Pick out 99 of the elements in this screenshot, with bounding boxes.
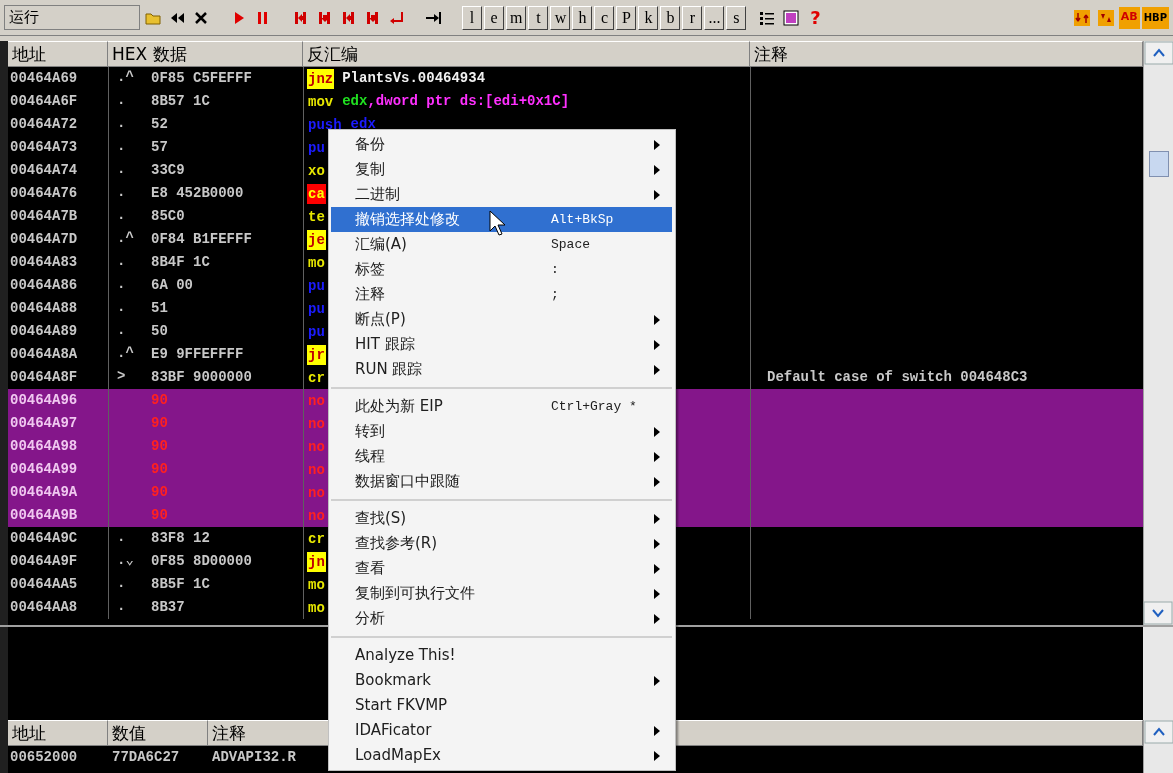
- address-cell-text: 00464A72: [9, 115, 79, 134]
- jump-marker: .^: [117, 345, 134, 361]
- mnemonic: mov: [307, 92, 335, 112]
- hex-cell-text: 83F8 12: [151, 529, 210, 548]
- operand: edx: [342, 92, 368, 111]
- value-cell-text: 77DA6C27: [111, 748, 181, 767]
- operand: PlantsVs.00464934: [342, 69, 486, 88]
- jump-marker: .: [117, 575, 126, 591]
- jump-marker: .: [117, 115, 126, 131]
- mnemonic: jnz: [307, 68, 335, 89]
- hex-cell-text: 6A 00: [151, 276, 193, 295]
- address-cell-text: 00464A6F: [9, 92, 79, 111]
- address-cell-text: 00464A74: [9, 161, 79, 180]
- hex-cell-text: 90: [151, 391, 168, 410]
- mnemonic: jr: [307, 344, 326, 365]
- mnemonic: jn: [307, 551, 326, 572]
- jump-marker: .: [117, 598, 126, 614]
- address-cell-text: 00464A98: [9, 437, 79, 456]
- hex-cell-text: 8B5F 1C: [151, 575, 210, 594]
- address-cell-text: 00464A97: [9, 414, 79, 433]
- comment-cell-text: ADVAPI32.R: [211, 748, 296, 767]
- address-cell-text: 00464AA8: [9, 598, 79, 617]
- hex-cell-text: 52: [151, 115, 168, 134]
- hex-cell-text: E9 9FFEFFFF: [151, 345, 244, 364]
- hex-cell-text: 8B37: [151, 598, 185, 617]
- mnemonic: mo: [307, 253, 326, 273]
- address-cell-text: 00464A89: [9, 322, 79, 341]
- hex-cell-text: 8B57 1C: [151, 92, 210, 111]
- jump-marker: .: [117, 92, 126, 108]
- mnemonic: no: [307, 506, 326, 526]
- address-cell-text: 00464A96: [9, 391, 79, 410]
- jump-marker: .: [117, 529, 126, 545]
- jump-marker: .: [117, 184, 126, 200]
- mnemonic: no: [307, 460, 326, 480]
- mnemonic: ca: [307, 183, 326, 204]
- address-cell-text: 00464A83: [9, 253, 79, 272]
- mnemonic: cr: [307, 529, 326, 549]
- jump-marker: .^: [117, 230, 134, 246]
- hex-cell-text: 90: [151, 483, 168, 502]
- hex-cell-text: E8 452B0000: [151, 184, 244, 203]
- operand: edx: [350, 115, 376, 134]
- hex-cell-text: 33C9: [151, 161, 185, 180]
- address-cell-text: 00464A7B: [9, 207, 79, 226]
- hex-cell-text: 90: [151, 460, 168, 479]
- address-cell-text: 00464A7D: [9, 230, 79, 249]
- address-cell-text: 00464A99: [9, 460, 79, 479]
- jump-marker: .: [117, 138, 126, 154]
- hex-cell-text: 90: [151, 437, 168, 456]
- mnemonic: pu: [307, 299, 326, 319]
- mnemonic: no: [307, 414, 326, 434]
- mnemonic: xo: [307, 161, 326, 181]
- mnemonic: no: [307, 437, 326, 457]
- address-cell-text: 00464A69: [9, 69, 79, 88]
- address-cell-text: 00464A76: [9, 184, 79, 203]
- mode-label: 运行: [4, 5, 140, 30]
- address-cell-text: 00464A8F: [9, 368, 79, 387]
- address-cell-text: 00464A86: [9, 276, 79, 295]
- address-cell-text: 00464A73: [9, 138, 79, 157]
- hex-cell-text: 0F84 B1FEFFF: [151, 230, 252, 249]
- jump-marker: .: [117, 276, 126, 292]
- jump-marker: .: [117, 299, 126, 315]
- jump-marker: .: [117, 253, 126, 269]
- hex-cell-text: 51: [151, 299, 168, 318]
- address-cell-text: 00464A9F: [9, 552, 79, 571]
- mnemonic: mo: [307, 598, 326, 618]
- jump-marker: .: [117, 207, 126, 223]
- operand: ,dword ptr ds:[edi+0x1C]: [367, 92, 570, 111]
- mnemonic: mo: [307, 575, 326, 595]
- address-cell-text: 00464A9B: [9, 506, 79, 525]
- mnemonic: pu: [307, 322, 326, 342]
- hex-cell-text: 90: [151, 414, 168, 433]
- jump-marker: .⌄: [117, 552, 134, 568]
- mnemonic: pu: [307, 276, 326, 296]
- mnemonic: te: [307, 207, 326, 227]
- jump-marker: .: [117, 322, 126, 338]
- jump-marker: .^: [117, 69, 134, 85]
- jump-marker: >: [117, 368, 126, 384]
- address-cell-text: 00464A88: [9, 299, 79, 318]
- hex-cell-text: 83BF 9000000: [151, 368, 252, 387]
- comment-cell-text: Default case of switch 004648C3: [767, 368, 1028, 387]
- address-cell-text: 00464AA5: [9, 575, 79, 594]
- jump-marker: .: [117, 161, 126, 177]
- address-cell-text: 00464A8A: [9, 345, 79, 364]
- hex-cell-text: 0F85 8D00000: [151, 552, 252, 571]
- hex-cell-text: 50: [151, 322, 168, 341]
- hex-cell-text: 0F85 C5FEFFF: [151, 69, 252, 88]
- hex-cell-text: 90: [151, 506, 168, 525]
- mnemonic: je: [307, 229, 326, 250]
- address-cell-text: 00464A9A: [9, 483, 79, 502]
- hex-cell-text: 57: [151, 138, 168, 157]
- address-cell-text: 00652000: [9, 748, 79, 767]
- mnemonic: cr: [307, 368, 326, 388]
- address-cell-text: 00464A9C: [9, 529, 79, 548]
- hex-cell-text: 8B4F 1C: [151, 253, 210, 272]
- mnemonic: pu: [307, 138, 326, 158]
- mnemonic: push: [307, 115, 343, 135]
- hex-cell-text: 85C0: [151, 207, 185, 226]
- mnemonic: no: [307, 483, 326, 503]
- mnemonic: no: [307, 391, 326, 411]
